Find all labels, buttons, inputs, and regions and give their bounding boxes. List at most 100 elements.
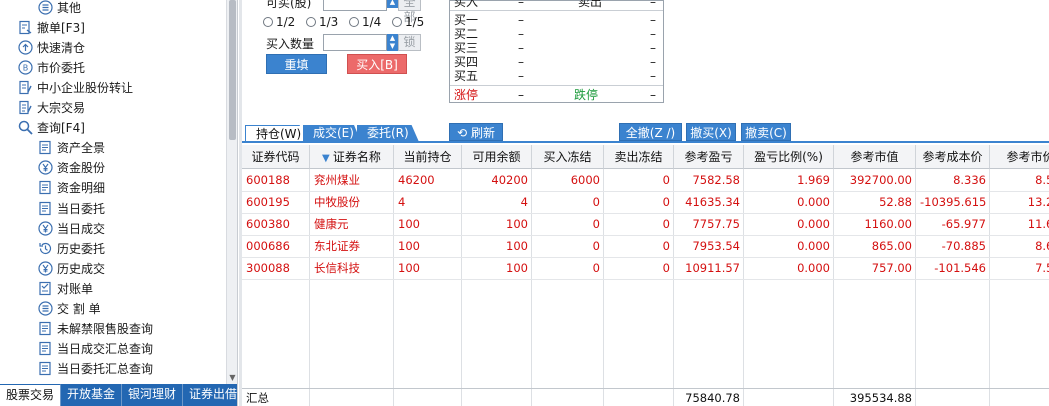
sidebar-item[interactable]: 中小企业股份转让 — [18, 77, 133, 97]
table-cell[interactable]: 0.000 — [744, 214, 834, 235]
sidebar-item[interactable]: 历史委托 — [38, 238, 105, 258]
reset-button[interactable]: 重填 — [266, 54, 327, 74]
table-cell[interactable]: 7582.58 — [674, 170, 744, 191]
column-header[interactable]: 参考盈亏 — [674, 145, 744, 169]
table-cell[interactable]: 0 — [532, 258, 604, 279]
table-cell[interactable]: -101.546 — [916, 258, 990, 279]
tab-orders[interactable]: 委托(R) — [357, 125, 419, 142]
table-cell[interactable]: 100 — [394, 236, 462, 257]
column-header[interactable]: 买入冻结 — [532, 145, 604, 169]
bottom-tab-securities-lending[interactable]: 证券出借 — [183, 384, 237, 406]
column-header[interactable]: 卖出冻结 — [604, 145, 674, 169]
column-header[interactable]: 参考市值 — [834, 145, 916, 169]
sidebar-item[interactable]: 资金明细 — [38, 178, 105, 198]
sidebar-scrollbar[interactable]: ▼ — [226, 0, 237, 384]
ratio-fifth[interactable]: 1/5 — [392, 15, 424, 29]
column-header[interactable]: 当前持仓 — [394, 145, 462, 169]
table-cell[interactable]: 52.88 — [834, 192, 916, 213]
table-cell[interactable]: 0 — [604, 170, 674, 191]
table-cell[interactable]: 东北证券 — [310, 236, 394, 257]
table-cell[interactable]: 长信科技 — [310, 258, 394, 279]
table-cell[interactable]: 392700.00 — [834, 170, 916, 191]
column-header[interactable]: ▼ 证券名称 — [310, 145, 394, 169]
table-cell[interactable]: 0 — [604, 214, 674, 235]
table-cell[interactable]: -10395.615 — [916, 192, 990, 213]
column-header[interactable]: 盈亏比例(%) — [744, 145, 834, 169]
table-cell[interactable]: 100 — [394, 214, 462, 235]
table-cell[interactable]: 8.500 — [990, 170, 1049, 191]
table-cell[interactable]: 4 — [394, 192, 462, 213]
all-button[interactable]: 全部 — [398, 0, 421, 24]
sidebar-item[interactable]: 当日成交汇总查询 — [38, 339, 153, 359]
lock-button[interactable]: 锁 — [398, 34, 421, 51]
table-cell[interactable]: 41635.34 — [674, 192, 744, 213]
cancel-buy-button[interactable]: 撤买(X) — [686, 123, 736, 141]
buy-qty-input[interactable] — [323, 34, 387, 51]
table-cell[interactable]: 0 — [604, 236, 674, 257]
table-cell[interactable]: 7757.75 — [674, 214, 744, 235]
table-cell[interactable]: 13.220 — [990, 192, 1049, 213]
sidebar-item[interactable]: 当日委托 — [38, 198, 105, 218]
sidebar-item[interactable]: B 市价委托 — [18, 57, 85, 77]
tab-holdings[interactable]: 持仓(W) — [245, 125, 307, 142]
table-cell[interactable]: 0.000 — [744, 258, 834, 279]
column-header[interactable]: 可用余额 — [462, 145, 532, 169]
table-cell[interactable]: 10911.57 — [674, 258, 744, 279]
table-cell[interactable]: 300088 — [242, 258, 310, 279]
table-cell[interactable]: 7.570 — [990, 258, 1049, 279]
table-cell[interactable]: 0 — [532, 214, 604, 235]
sidebar-scroll-thumb[interactable] — [229, 0, 236, 140]
table-cell[interactable]: 600188 — [242, 170, 310, 191]
table-cell[interactable]: 0 — [604, 258, 674, 279]
sidebar-item[interactable]: 快速清仓 — [18, 37, 85, 57]
table-cell[interactable]: 46200 — [394, 170, 462, 191]
table-cell[interactable]: 757.00 — [834, 258, 916, 279]
table-cell[interactable]: 100 — [462, 236, 532, 257]
table-cell[interactable]: 1160.00 — [834, 214, 916, 235]
buyable-spin-icon[interactable]: ▲ — [387, 0, 398, 8]
table-cell[interactable]: 600380 — [242, 214, 310, 235]
table-cell[interactable]: 1.969 — [744, 170, 834, 191]
table-cell[interactable]: 100 — [462, 214, 532, 235]
table-cell[interactable]: 兖州煤业 — [310, 170, 394, 191]
table-cell[interactable]: 000686 — [242, 236, 310, 257]
table-cell[interactable]: 4 — [462, 192, 532, 213]
table-cell[interactable]: 0.000 — [744, 236, 834, 257]
sidebar-item[interactable]: 未解禁限售股查询 — [38, 319, 153, 339]
table-cell[interactable]: 100 — [394, 258, 462, 279]
sidebar-item[interactable]: 大宗交易 — [18, 98, 85, 118]
ratio-half[interactable]: 1/2 — [263, 15, 295, 29]
table-cell[interactable]: 0.000 — [744, 192, 834, 213]
sidebar-item[interactable]: 其他 — [38, 0, 81, 17]
buy-button[interactable]: 买入[B] — [347, 54, 407, 74]
table-cell[interactable]: 中牧股份 — [310, 192, 394, 213]
bottom-tab-stock-trading[interactable]: 股票交易 — [0, 384, 62, 406]
tab-deals[interactable]: 成交(E) — [303, 125, 361, 142]
refresh-button[interactable]: ⟲ 刷新 — [449, 123, 503, 141]
sidebar-item[interactable]: 撤单[F3] — [18, 17, 85, 37]
table-cell[interactable]: 7953.54 — [674, 236, 744, 257]
table-cell[interactable]: 健康元 — [310, 214, 394, 235]
buy-qty-stepper[interactable]: ▲ ▼ — [387, 34, 398, 51]
table-cell[interactable]: 40200 — [462, 170, 532, 191]
table-cell[interactable]: 100 — [462, 258, 532, 279]
table-cell[interactable]: 0 — [532, 192, 604, 213]
sidebar-item[interactable]: 历史成交 — [38, 258, 105, 278]
table-cell[interactable]: 865.00 — [834, 236, 916, 257]
sidebar-item[interactable]: 资产全景 — [38, 138, 105, 158]
sidebar-item[interactable]: 交 割 单 — [38, 299, 101, 319]
table-cell[interactable]: 600195 — [242, 192, 310, 213]
cancel-sell-button[interactable]: 撤卖(C) — [741, 123, 791, 141]
table-cell[interactable]: 8.336 — [916, 170, 990, 191]
column-header[interactable]: 证券代码 — [242, 145, 310, 169]
table-cell[interactable]: 6000 — [532, 170, 604, 191]
table-cell[interactable]: 8.650 — [990, 236, 1049, 257]
sidebar-item[interactable]: 查询[F4] — [18, 118, 85, 138]
table-cell[interactable]: -70.885 — [916, 236, 990, 257]
sidebar-item[interactable]: 对账单 — [38, 278, 93, 298]
table-cell[interactable]: -65.977 — [916, 214, 990, 235]
column-header[interactable]: 参考市价 — [990, 145, 1049, 169]
table-cell[interactable]: 0 — [532, 236, 604, 257]
sidebar-item[interactable]: 当日委托汇总查询 — [38, 359, 153, 379]
table-cell[interactable]: 11.600 — [990, 214, 1049, 235]
